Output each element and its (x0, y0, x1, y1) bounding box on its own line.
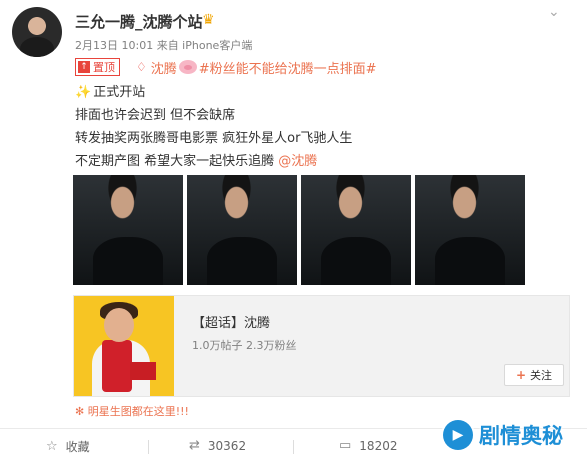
hashtag-link[interactable]: #粉丝能不能给沈腾一点排面# (199, 58, 377, 77)
watermark-text: 剧情奥秘 (479, 424, 563, 448)
post-meta: 2月13日 10:01 来自 iPhone客户端 (75, 39, 253, 52)
repost-button[interactable]: ⇄ 30362 (189, 438, 246, 453)
pig-emoji-icon (178, 60, 197, 74)
comment-icon: ▭ (339, 438, 352, 453)
username[interactable]: 三允一腾_沈腾个站 (75, 11, 203, 32)
follow-button[interactable]: + 关注 (504, 364, 564, 386)
supertopic-cover-image (74, 296, 174, 396)
supertopic-card[interactable]: 【超话】沈腾 1.0万帖子 2.3万粉丝 + 关注 (73, 295, 570, 397)
comment-count: 18202 (359, 438, 398, 453)
chevron-down-icon[interactable]: ⌄ (548, 4, 560, 20)
avatar[interactable] (12, 7, 62, 57)
sparkle-icon: ✨ (75, 85, 92, 100)
post-first-line: ↑ 置顶 ♢ 沈腾 #粉丝能不能给沈腾一点排面# (75, 58, 377, 77)
post-line-2: ✨ 正式开站 (75, 81, 145, 100)
post-line-5-text: 不定期产图 希望大家一起快乐追腾 (75, 154, 279, 169)
star-photos-label: 明星生图都在这里!!! (87, 405, 189, 418)
weibo-post: 三允一腾_沈腾个站 ♛ 2月13日 10:01 来自 iPhone客户端 ⌄ ↑… (0, 0, 587, 464)
comment-button[interactable]: ▭ 18202 (339, 438, 397, 453)
footer-separator (148, 440, 149, 454)
repost-icon: ⇄ (189, 438, 200, 453)
post-photo-4[interactable] (415, 175, 525, 285)
repost-count: 30362 (207, 438, 247, 453)
post-photo-2[interactable] (187, 175, 297, 285)
post-line-3: 排面也许会迟到 但不会缺席 (75, 108, 236, 123)
star-icon: ☆ (46, 439, 58, 454)
post-photo-3[interactable] (301, 175, 411, 285)
post-line-4: 转发抽奖两张腾哥电影票 疯狂外星人or飞驰人生 (75, 131, 353, 146)
watermark: ▶ 剧情奥秘 (443, 420, 563, 450)
footer-separator (293, 440, 294, 454)
post-line-5: 不定期产图 希望大家一起快乐追腾 @沈腾 (75, 150, 317, 169)
favorite-label: 收藏 (65, 440, 90, 454)
supertopic-title: 【超话】沈腾 (192, 316, 271, 331)
pin-icon: ↑ (78, 61, 90, 73)
flower-icon: ✻ (75, 405, 85, 418)
play-logo-icon: ▶ (443, 420, 473, 450)
pinned-label: 置顶 (93, 61, 115, 74)
mention-link-at[interactable]: @沈腾 (278, 154, 317, 169)
post-photo-1[interactable] (73, 175, 183, 285)
follow-label: 关注 (530, 369, 553, 382)
pinned-badge: ↑ 置顶 (75, 58, 120, 76)
plus-icon: + (515, 368, 527, 382)
crown-badge-icon: ♛ (202, 12, 215, 28)
supertopic-stats: 1.0万帖子 2.3万粉丝 (192, 339, 297, 352)
post-line-2-text: 正式开站 (93, 85, 146, 100)
mention-link[interactable]: 沈腾 (151, 58, 177, 77)
favorite-button[interactable]: ☆ 收藏 (46, 438, 90, 455)
supertopic-icon: ♢ (136, 60, 147, 74)
star-photos-link[interactable]: ✻ 明星生图都在这里!!! (75, 403, 189, 419)
